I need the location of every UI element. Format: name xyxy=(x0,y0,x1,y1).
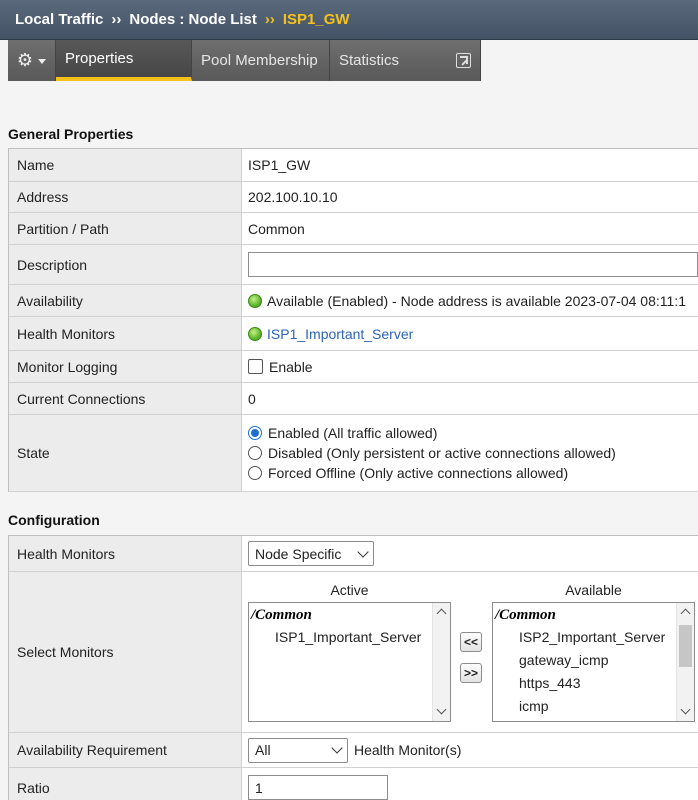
scroll-down-icon[interactable] xyxy=(680,704,691,715)
scroll-down-icon[interactable] xyxy=(436,704,447,715)
list-item[interactable]: ISP2_Important_Server xyxy=(495,626,674,649)
state-option-forced-offline[interactable]: Forced Offline (Only active connections … xyxy=(248,465,616,481)
name-label: Name xyxy=(9,149,242,181)
partition-label: Partition / Path xyxy=(9,213,242,244)
configuration-title: Configuration xyxy=(8,512,100,528)
monitor-logging-option: Enable xyxy=(269,358,313,375)
config-health-label: Health Monitors xyxy=(9,536,242,571)
monitor-logging-checkbox[interactable] xyxy=(248,359,263,374)
tab-statistics-label: Statistics xyxy=(339,52,400,69)
gear-menu-button[interactable]: ⚙ xyxy=(8,40,56,81)
availability-row: Availability Available (Enabled) - Node … xyxy=(9,285,698,317)
monitor-logging-row: Monitor Logging Enable xyxy=(9,351,698,383)
description-row: Description xyxy=(9,245,698,285)
gear-icon: ⚙ xyxy=(16,50,34,70)
availability-requirement-suffix: Health Monitor(s) xyxy=(354,742,462,758)
state-option-disabled[interactable]: Disabled (Only persistent or active conn… xyxy=(248,445,616,461)
tab-strip: ⚙ Properties Pool Membership Statistics xyxy=(8,40,481,81)
chevron-down-icon xyxy=(38,59,47,64)
general-properties-table: Name ISP1_GW Address 202.100.10.10 Parti… xyxy=(8,148,698,492)
breadcrumb-section[interactable]: Local Traffic xyxy=(15,11,103,28)
scroll-up-icon[interactable] xyxy=(436,608,447,619)
list-item[interactable]: https_443 xyxy=(495,672,674,695)
state-option-label: Enabled (All traffic allowed) xyxy=(268,425,438,441)
current-connections-label: Current Connections xyxy=(9,383,242,414)
address-value: 202.100.10.10 xyxy=(242,182,698,212)
ratio-field[interactable]: 1 xyxy=(248,775,388,800)
list-item[interactable]: gateway_icmp xyxy=(495,649,674,672)
description-field[interactable] xyxy=(248,252,698,277)
active-monitors-list[interactable]: /Common ISP1_Important_Server xyxy=(248,602,451,722)
list-group: /Common xyxy=(251,607,312,623)
status-available-icon xyxy=(248,293,262,308)
available-header: Available xyxy=(565,582,622,598)
description-label: Description xyxy=(9,245,242,284)
name-value: ISP1_GW xyxy=(242,149,698,181)
tab-statistics[interactable]: Statistics xyxy=(330,40,481,81)
ratio-row: Ratio 1 xyxy=(9,768,698,800)
availability-requirement-select[interactable]: All xyxy=(248,737,348,763)
breadcrumb: Local Traffic ›› Nodes : Node List ›› IS… xyxy=(0,0,698,40)
list-item[interactable]: ISP1_Important_Server xyxy=(251,626,430,649)
partition-value: Common xyxy=(242,213,698,244)
state-row: State Enabled (All traffic allowed) Disa… xyxy=(9,415,698,492)
radio-selected[interactable] xyxy=(248,426,262,440)
breadcrumb-current: ISP1_GW xyxy=(282,11,350,28)
state-option-label: Forced Offline (Only active connections … xyxy=(268,465,569,481)
monitor-logging-label: Monitor Logging xyxy=(9,351,242,382)
health-monitors-label: Health Monitors xyxy=(9,317,242,350)
state-label: State xyxy=(9,415,242,491)
select-monitors-label: Select Monitors xyxy=(9,572,242,732)
active-header: Active xyxy=(330,582,369,598)
select-monitors-row: Select Monitors Active Available /Common… xyxy=(9,572,698,733)
chevron-down-icon xyxy=(357,545,369,558)
health-monitors-select[interactable]: Node Specific xyxy=(248,541,374,566)
address-row: Address 202.100.10.10 xyxy=(9,182,698,213)
configuration-table: Health Monitors Node Specific Select Mon… xyxy=(8,535,698,800)
current-connections-value: 0 xyxy=(242,383,698,414)
availability-requirement-value: All xyxy=(255,742,271,758)
availability-value: Available (Enabled) - Node address is av… xyxy=(267,292,686,309)
list-group: /Common xyxy=(495,607,556,623)
available-monitors-list[interactable]: /Common ISP2_Important_Server gateway_ic… xyxy=(492,602,695,722)
name-row: Name ISP1_GW xyxy=(9,149,698,182)
config-health-row: Health Monitors Node Specific xyxy=(9,536,698,572)
radio[interactable] xyxy=(248,446,262,460)
breadcrumb-separator: ›› xyxy=(111,11,122,28)
availability-requirement-label: Availability Requirement xyxy=(9,733,242,767)
status-available-icon xyxy=(248,326,262,341)
tab-properties[interactable]: Properties xyxy=(56,40,192,81)
radio[interactable] xyxy=(248,466,262,480)
health-monitor-link[interactable]: ISP1_Important_Server xyxy=(267,326,413,342)
state-radio-group: Enabled (All traffic allowed) Disabled (… xyxy=(248,425,616,481)
breadcrumb-page[interactable]: Nodes : Node List xyxy=(129,11,257,28)
availability-label: Availability xyxy=(9,285,242,316)
scroll-up-icon[interactable] xyxy=(680,608,691,619)
state-option-label: Disabled (Only persistent or active conn… xyxy=(268,445,616,461)
availability-requirement-row: Availability Requirement All Health Moni… xyxy=(9,733,698,768)
monitor-selector: Active Available /Common ISP1_Important_… xyxy=(242,572,698,732)
external-link-icon[interactable] xyxy=(456,53,471,68)
general-properties-title: General Properties xyxy=(8,126,134,142)
partition-row: Partition / Path Common xyxy=(9,213,698,245)
chevron-down-icon xyxy=(331,742,343,754)
address-label: Address xyxy=(9,182,242,212)
move-right-button[interactable]: >> xyxy=(460,663,482,683)
breadcrumb-separator: ›› xyxy=(264,11,275,28)
scrollbar[interactable] xyxy=(676,603,694,721)
scrollbar[interactable] xyxy=(432,603,450,721)
list-item[interactable]: icmp xyxy=(495,695,674,718)
health-monitors-select-value: Node Specific xyxy=(255,545,342,562)
ratio-label: Ratio xyxy=(9,768,242,800)
move-left-button[interactable]: << xyxy=(460,632,482,652)
current-connections-row: Current Connections 0 xyxy=(9,383,698,415)
health-monitors-row: Health Monitors ISP1_Important_Server xyxy=(9,317,698,351)
tab-pool-membership[interactable]: Pool Membership xyxy=(192,40,330,81)
state-option-enabled[interactable]: Enabled (All traffic allowed) xyxy=(248,425,616,441)
scroll-thumb[interactable] xyxy=(679,625,692,667)
